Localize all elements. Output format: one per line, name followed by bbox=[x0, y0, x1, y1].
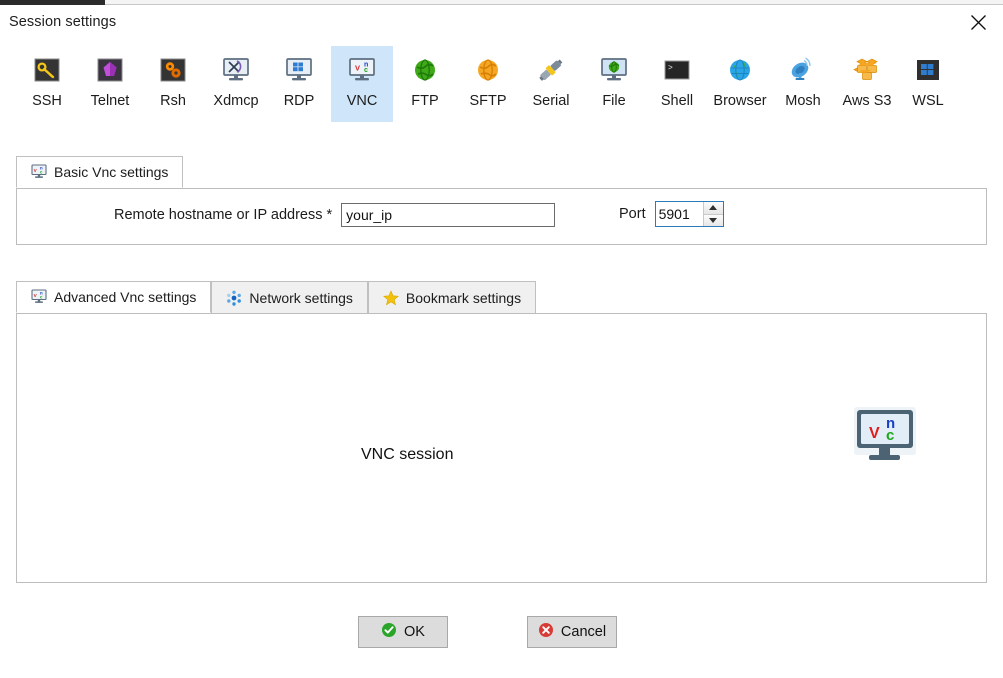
protocol-toolbar: SSH Telnet Rsh bbox=[0, 46, 1003, 122]
port-label: Port bbox=[619, 206, 646, 222]
cancel-button-label: Cancel bbox=[561, 624, 606, 640]
protocol-label: WSL bbox=[912, 93, 943, 109]
svg-text:V: V bbox=[355, 64, 360, 73]
window-titlebar: Session settings bbox=[0, 5, 1003, 35]
cancel-circle-icon bbox=[538, 622, 554, 642]
port-spinner-buttons bbox=[703, 202, 723, 226]
protocol-button-rsh[interactable]: Rsh bbox=[142, 46, 204, 122]
tab-network-settings[interactable]: Network settings bbox=[211, 281, 367, 313]
port-stepper[interactable] bbox=[655, 201, 724, 227]
window-title: Session settings bbox=[9, 14, 116, 30]
tab-label: Network settings bbox=[249, 290, 352, 306]
svg-text:c: c bbox=[364, 67, 368, 74]
protocol-button-aws-s3[interactable]: Aws S3 bbox=[832, 46, 902, 122]
monitor-windows-icon bbox=[282, 53, 316, 87]
svg-text:>: > bbox=[668, 64, 673, 73]
protocol-label: FTP bbox=[411, 93, 438, 109]
monitor-vnc-icon: V n c bbox=[345, 53, 379, 87]
tab-label: Advanced Vnc settings bbox=[54, 289, 196, 305]
protocol-label: Telnet bbox=[91, 93, 130, 109]
protocol-label: Mosh bbox=[785, 93, 820, 109]
protocol-button-sftp[interactable]: SFTP bbox=[457, 46, 519, 122]
protocol-button-mosh[interactable]: Mosh bbox=[772, 46, 834, 122]
basic-settings-panel: Remote hostname or IP address * Port bbox=[16, 188, 987, 245]
protocol-button-rdp[interactable]: RDP bbox=[268, 46, 330, 122]
vnc-monitor-logo: V n c bbox=[852, 406, 918, 471]
svg-text:V: V bbox=[869, 425, 880, 442]
protocol-label: Shell bbox=[661, 93, 693, 109]
tab-label: Bookmark settings bbox=[406, 290, 521, 306]
svg-text:c: c bbox=[886, 427, 894, 444]
globe-blue-icon bbox=[723, 53, 757, 87]
serial-plug-icon bbox=[534, 53, 568, 87]
ok-button[interactable]: OK bbox=[358, 616, 448, 648]
protocol-button-serial[interactable]: Serial bbox=[520, 46, 582, 122]
protocol-button-telnet[interactable]: Telnet bbox=[79, 46, 141, 122]
protocol-label: Aws S3 bbox=[843, 93, 892, 109]
satellite-dish-icon bbox=[786, 53, 820, 87]
protocol-button-file[interactable]: File bbox=[583, 46, 645, 122]
basic-settings-tabstrip: V n c Basic Vnc settings bbox=[16, 156, 183, 188]
check-circle-icon bbox=[381, 622, 397, 642]
protocol-label: Browser bbox=[713, 93, 766, 109]
aws-cubes-icon bbox=[850, 53, 884, 87]
protocol-label: Xdmcp bbox=[213, 93, 258, 109]
protocol-button-browser[interactable]: Browser bbox=[709, 46, 771, 122]
tab-basic-vnc-settings[interactable]: V n c Basic Vnc settings bbox=[16, 156, 183, 188]
protocol-label: SSH bbox=[32, 93, 62, 109]
close-icon[interactable] bbox=[961, 9, 995, 35]
protocol-label: RDP bbox=[284, 93, 315, 109]
telnet-crystal-icon bbox=[93, 53, 127, 87]
protocol-label: Rsh bbox=[160, 93, 186, 109]
monitor-x-icon bbox=[219, 53, 253, 87]
remote-host-field-group: Remote hostname or IP address * bbox=[114, 203, 555, 227]
tab-advanced-vnc-settings[interactable]: V n c Advanced Vnc settings bbox=[16, 281, 211, 313]
cancel-button[interactable]: Cancel bbox=[527, 616, 617, 648]
monitor-vnc-icon: V n c bbox=[31, 289, 47, 305]
globe-orange-icon bbox=[471, 53, 505, 87]
protocol-label: VNC bbox=[347, 93, 378, 109]
protocol-button-wsl[interactable]: WSL bbox=[897, 46, 959, 122]
session-type-label: VNC session bbox=[361, 446, 453, 464]
key-icon bbox=[30, 53, 64, 87]
tab-label: Basic Vnc settings bbox=[54, 164, 168, 180]
protocol-label: File bbox=[602, 93, 625, 109]
spin-down-icon[interactable] bbox=[704, 215, 723, 227]
protocol-label: Serial bbox=[532, 93, 569, 109]
gears-icon bbox=[156, 53, 190, 87]
ok-button-label: OK bbox=[404, 624, 425, 640]
network-dots-icon bbox=[226, 290, 242, 306]
protocol-button-ftp[interactable]: FTP bbox=[394, 46, 456, 122]
remote-host-input[interactable] bbox=[341, 203, 555, 227]
monitor-vnc-icon: V n c bbox=[31, 164, 47, 180]
protocol-button-shell[interactable]: > Shell bbox=[646, 46, 708, 122]
remote-host-label: Remote hostname or IP address * bbox=[114, 207, 332, 223]
protocol-button-ssh[interactable]: SSH bbox=[16, 46, 78, 122]
monitor-globe-icon bbox=[597, 53, 631, 87]
port-input[interactable] bbox=[656, 202, 703, 226]
protocol-button-vnc[interactable]: V n c VNC bbox=[331, 46, 393, 122]
terminal-icon: > bbox=[660, 53, 694, 87]
star-icon bbox=[383, 290, 399, 306]
globe-green-icon bbox=[408, 53, 442, 87]
windows-square-icon bbox=[911, 53, 945, 87]
protocol-button-xdmcp[interactable]: Xdmcp bbox=[205, 46, 267, 122]
sub-tabstrip: V n c Advanced Vnc settings Network sett… bbox=[16, 281, 536, 313]
port-field-group: Port bbox=[619, 201, 724, 227]
tab-bookmark-settings[interactable]: Bookmark settings bbox=[368, 281, 536, 313]
session-content-panel: VNC session V n c bbox=[16, 313, 987, 583]
protocol-label: SFTP bbox=[469, 93, 506, 109]
spin-up-icon[interactable] bbox=[704, 202, 723, 215]
